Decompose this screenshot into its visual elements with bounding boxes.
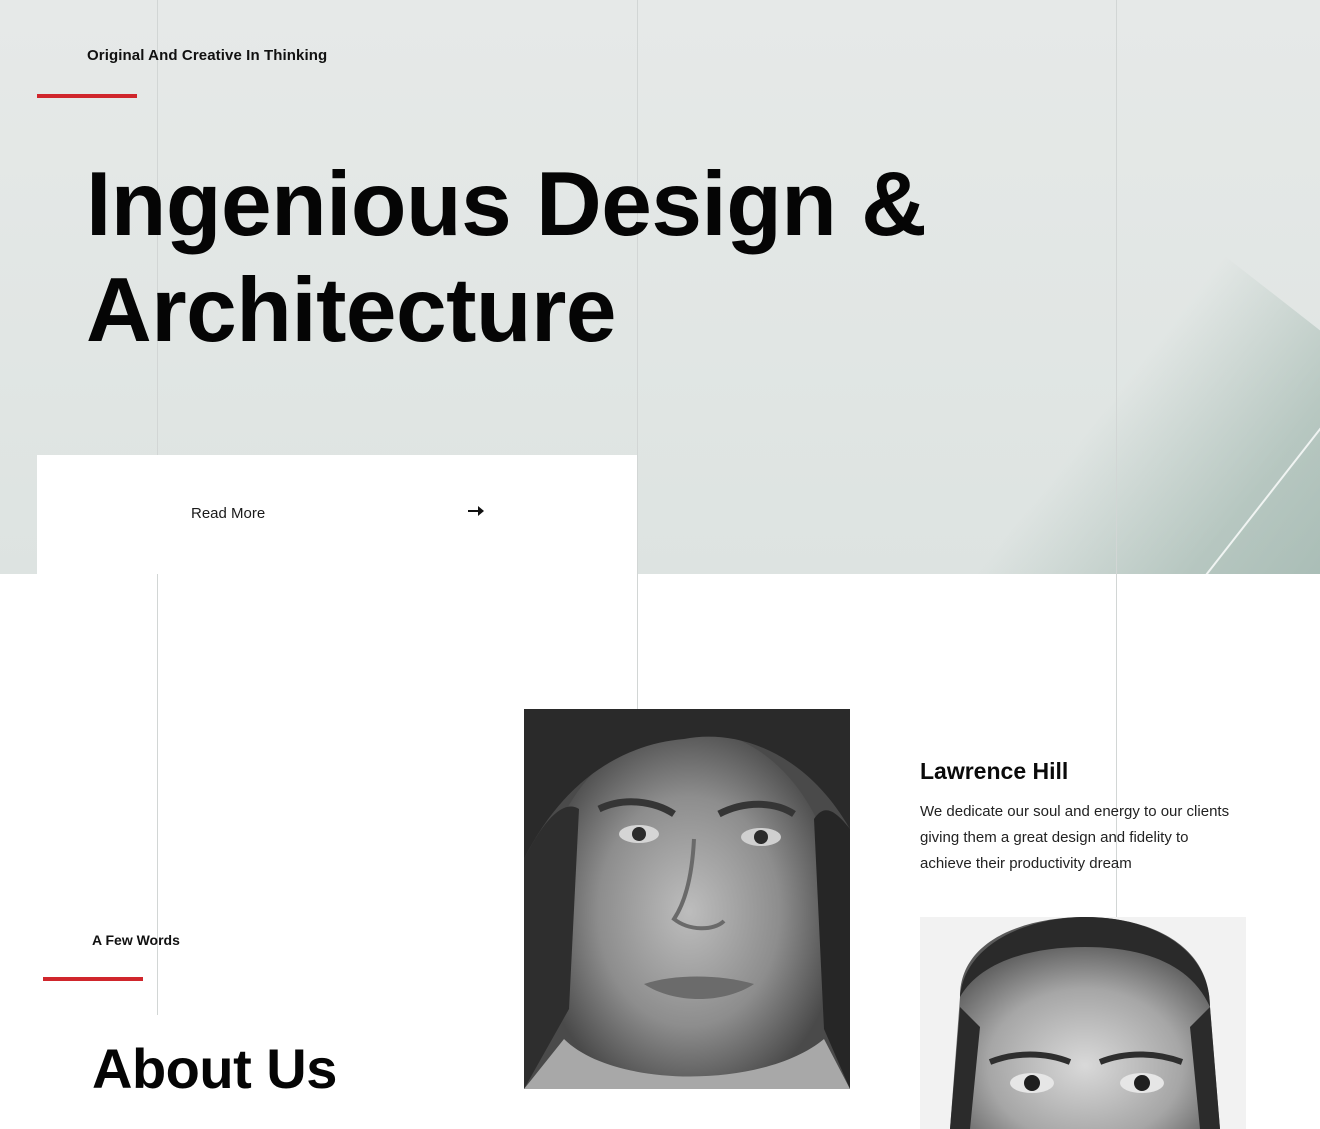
hero-title-line-2: Architecture <box>86 260 617 361</box>
read-more-button[interactable]: Read More <box>37 455 637 574</box>
hero-title-line-1: Ingenious Design & <box>86 154 927 255</box>
about-section-tag: A Few Words <box>92 932 180 948</box>
hero-tagline: Original And Creative In Thinking <box>87 47 328 64</box>
about-accent-bar <box>43 977 143 981</box>
about-title: About Us <box>92 1037 337 1100</box>
hero-title: Ingenious Design & Architecture <box>86 152 1086 364</box>
team-portrait-photo-2 <box>920 917 1246 1129</box>
team-member-name: Lawrence Hill <box>920 758 1069 784</box>
hero-accent-bar <box>37 94 137 98</box>
team-portrait-photo <box>524 709 850 1089</box>
read-more-label: Read More <box>191 505 266 522</box>
team-member-bio: We dedicate our soul and energy to our c… <box>920 803 1230 872</box>
arrow-right-icon <box>467 500 485 523</box>
